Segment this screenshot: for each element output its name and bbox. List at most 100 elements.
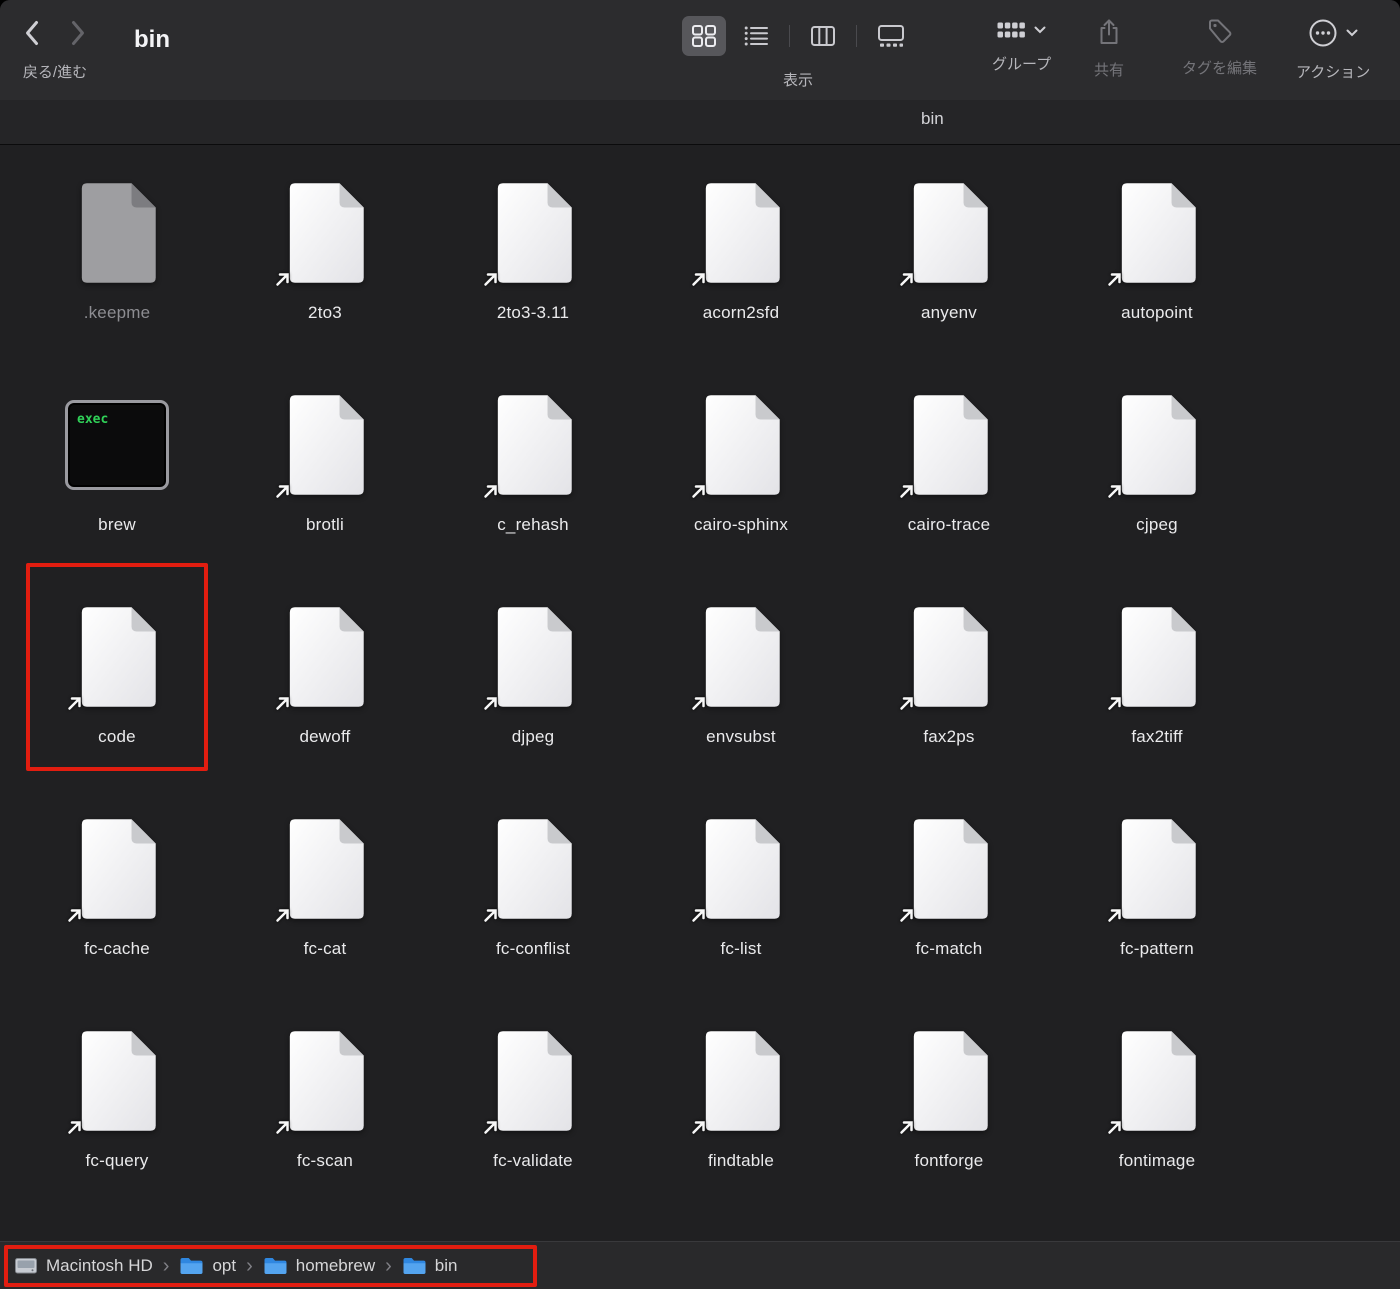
document-icon xyxy=(705,607,780,707)
executable-icon: exec xyxy=(65,400,169,490)
document-icon xyxy=(497,183,572,283)
path-item[interactable]: opt xyxy=(179,1256,236,1276)
file-item[interactable]: exec fc-cat xyxy=(221,797,429,1009)
file-item[interactable]: exec autopoint xyxy=(1053,161,1261,373)
alias-arrow-icon xyxy=(484,273,497,286)
file-icon: exec xyxy=(453,1027,613,1135)
window-title: bin xyxy=(134,26,170,53)
file-item[interactable]: exec fontimage xyxy=(1053,1009,1261,1221)
file-item[interactable]: exec fc-scan xyxy=(221,1009,429,1221)
file-icon: exec xyxy=(245,603,405,711)
document-icon xyxy=(497,607,572,707)
file-item[interactable]: exec code xyxy=(13,563,221,797)
alias-arrow-icon xyxy=(692,273,705,286)
edit-tags-button[interactable] xyxy=(1207,18,1233,44)
actions-chevron-button[interactable] xyxy=(1346,29,1358,37)
file-grid: exec .keepme exec 2to3 xyxy=(0,145,1400,1221)
alias-arrow-icon xyxy=(1108,1121,1121,1134)
file-item[interactable]: exec 2to3-3.11 xyxy=(429,161,637,373)
file-name-label: acorn2sfd xyxy=(702,303,780,322)
file-item[interactable]: exec fc-validate xyxy=(429,1009,637,1221)
chevron-right-icon: › xyxy=(246,1254,253,1277)
file-item[interactable]: exec brew xyxy=(13,373,221,585)
alias-arrow-icon xyxy=(900,273,913,286)
document-icon xyxy=(497,395,572,495)
file-item[interactable]: exec envsubst xyxy=(637,585,845,797)
gallery-view-button[interactable] xyxy=(868,16,914,56)
file-item[interactable]: exec dewoff xyxy=(221,585,429,797)
path-item[interactable]: bin xyxy=(402,1256,457,1276)
column-view-button[interactable] xyxy=(801,16,845,56)
grid-view-icon xyxy=(692,25,716,47)
document-icon xyxy=(289,183,364,283)
document-icon xyxy=(913,607,988,707)
path-item-label: opt xyxy=(212,1255,237,1275)
file-icon: exec xyxy=(245,815,405,923)
path-bar: Macintosh HD › opt › homebrew › bin xyxy=(0,1241,1400,1289)
file-item[interactable]: exec fc-pattern xyxy=(1053,797,1261,1009)
file-name-label: cjpeg xyxy=(1136,515,1178,534)
forward-button[interactable] xyxy=(68,18,88,48)
alias-arrow-icon xyxy=(68,909,81,922)
path-item[interactable]: homebrew xyxy=(263,1256,375,1276)
document-icon xyxy=(289,607,364,707)
file-item[interactable]: exec brotli xyxy=(221,373,429,585)
file-name-label: fc-validate xyxy=(493,1151,573,1170)
file-item[interactable]: exec cjpeg xyxy=(1053,373,1261,585)
file-icon: exec xyxy=(37,603,197,711)
document-icon xyxy=(497,819,572,919)
file-icon: exec xyxy=(245,179,405,287)
document-icon xyxy=(1121,1031,1196,1131)
back-button[interactable] xyxy=(22,18,42,48)
file-item[interactable]: exec fc-conflist xyxy=(429,797,637,1009)
file-name-label: dewoff xyxy=(299,727,351,746)
alias-arrow-icon xyxy=(276,697,289,710)
chevron-right-icon: › xyxy=(162,1254,170,1277)
actions-label: アクション xyxy=(1296,64,1371,81)
file-item[interactable]: exec 2to3 xyxy=(221,161,429,373)
alias-arrow-icon xyxy=(900,485,913,498)
alias-arrow-icon xyxy=(900,697,913,710)
group-chevron-button[interactable] xyxy=(1034,26,1046,34)
file-name-label: fc-cat xyxy=(303,939,347,958)
file-name-label: code xyxy=(98,727,136,746)
finder-window: 戻る/進む bin 表示 グループ 共有 タグを編集 アクション bin .ke… xyxy=(0,0,1400,1289)
file-item[interactable]: exec fontforge xyxy=(845,1009,1053,1221)
gallery-view-icon xyxy=(878,25,904,47)
alias-arrow-icon xyxy=(900,909,913,922)
file-icon: exec xyxy=(453,815,613,923)
tags-control: タグを編集 xyxy=(1182,18,1257,78)
file-item[interactable]: exec fax2ps xyxy=(845,585,1053,797)
icon-view-button[interactable] xyxy=(682,16,726,56)
file-icon: exec xyxy=(661,603,821,711)
alias-arrow-icon xyxy=(1108,909,1121,922)
file-item[interactable]: exec fax2tiff xyxy=(1053,585,1261,797)
file-item[interactable]: exec anyenv xyxy=(845,161,1053,373)
list-view-button[interactable] xyxy=(734,16,778,56)
file-item[interactable]: exec fc-list xyxy=(637,797,845,1009)
file-item[interactable]: exec c_rehash xyxy=(429,373,637,585)
folder-icon xyxy=(402,1256,427,1276)
file-name-label: brotli xyxy=(305,515,345,534)
path-item[interactable]: Macintosh HD xyxy=(14,1255,153,1277)
file-item[interactable]: exec .keepme xyxy=(13,161,221,373)
file-item[interactable]: exec acorn2sfd xyxy=(637,161,845,373)
file-item[interactable]: exec fc-query xyxy=(13,1009,221,1221)
file-item[interactable]: exec fc-match xyxy=(845,797,1053,1009)
document-icon xyxy=(289,819,364,919)
file-name-label: c_rehash xyxy=(497,515,569,534)
file-item[interactable]: exec cairo-trace xyxy=(845,373,1053,585)
alias-arrow-icon xyxy=(484,485,497,498)
file-item[interactable]: exec fc-cache xyxy=(13,797,221,1009)
file-name-label: anyenv xyxy=(920,303,978,322)
chevron-right-icon: › xyxy=(385,1254,392,1277)
group-button[interactable] xyxy=(997,20,1025,40)
alias-arrow-icon xyxy=(1108,273,1121,286)
group-by-icon xyxy=(997,22,1025,38)
file-item[interactable]: exec findtable xyxy=(637,1009,845,1221)
share-button[interactable] xyxy=(1097,18,1121,46)
actions-button[interactable] xyxy=(1308,18,1338,48)
alias-arrow-icon xyxy=(68,1121,81,1134)
file-item[interactable]: exec cairo-sphinx xyxy=(637,373,845,585)
file-item[interactable]: exec djpeg xyxy=(429,585,637,797)
